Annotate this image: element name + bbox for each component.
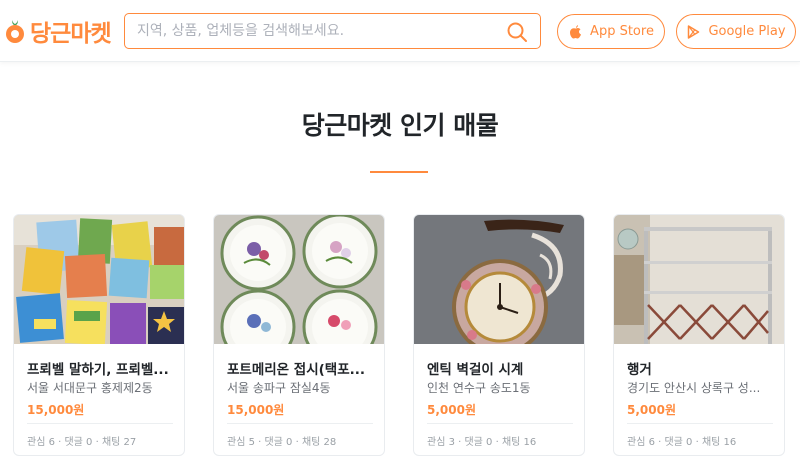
product-counts: 관심 3 · 댓글 0 · 채팅 16 — [427, 437, 537, 448]
product-region: 경기도 안산시 상록구 성... — [627, 381, 761, 395]
product-card[interactable]: 행거 경기도 안산시 상록구 성... 5,000원 관심 6 · 댓글 0 ·… — [613, 214, 785, 456]
product-price: 15,000원 — [27, 403, 85, 417]
header: 당근마켓 App Store Google Play — [0, 0, 800, 62]
app-store-button[interactable]: App Store — [557, 14, 665, 49]
product-title[interactable]: 행거 — [627, 358, 773, 378]
product-card[interactable]: 포트메리온 접시(택포... 서울 송파구 잠실4동 15,000원 관심 5 … — [213, 214, 385, 456]
apple-icon — [568, 25, 582, 39]
product-counts: 관심 6 · 댓글 0 · 채팅 16 — [627, 437, 737, 448]
search-bar — [124, 13, 541, 49]
product-price: 15,000원 — [227, 403, 285, 417]
product-card[interactable]: 프뢰벨 말하기, 프뢰벨... 서울 서대문구 홍제제2동 15,000원 관심… — [13, 214, 185, 456]
search-input[interactable] — [125, 15, 485, 47]
product-region: 인천 연수구 송도1동 — [427, 381, 531, 395]
product-image — [14, 215, 184, 344]
search-icon[interactable] — [506, 21, 528, 43]
logo-text: 당근마켓 — [30, 21, 112, 47]
product-image — [614, 215, 784, 344]
page-title: 당근마켓 인기 매물 — [301, 111, 499, 140]
logo[interactable]: 당근마켓 — [4, 14, 112, 48]
product-title[interactable]: 프뢰벨 말하기, 프뢰벨... — [27, 358, 173, 378]
product-title[interactable]: 엔틱 벽걸이 시계 — [427, 358, 573, 378]
google-play-label: Google Play — [708, 24, 786, 39]
carrot-icon — [4, 18, 26, 44]
google-play-icon — [686, 24, 700, 39]
card-divider — [627, 423, 773, 424]
product-price: 5,000원 — [627, 403, 676, 417]
card-divider — [27, 423, 173, 424]
card-divider — [427, 423, 573, 424]
product-title[interactable]: 포트메리온 접시(택포... — [227, 358, 373, 378]
product-card[interactable]: 엔틱 벽걸이 시계 인천 연수구 송도1동 5,000원 관심 3 · 댓글 0… — [413, 214, 585, 456]
product-region: 서울 서대문구 홍제제2동 — [27, 381, 153, 395]
product-image — [414, 215, 584, 344]
product-counts: 관심 6 · 댓글 0 · 채팅 27 — [27, 437, 137, 448]
google-play-button[interactable]: Google Play — [676, 14, 796, 49]
title-underline — [370, 171, 428, 173]
product-image — [214, 215, 384, 344]
app-store-label: App Store — [590, 24, 654, 39]
product-price: 5,000원 — [427, 403, 476, 417]
product-counts: 관심 5 · 댓글 0 · 채팅 28 — [227, 437, 337, 448]
product-region: 서울 송파구 잠실4동 — [227, 381, 331, 395]
card-divider — [227, 423, 373, 424]
